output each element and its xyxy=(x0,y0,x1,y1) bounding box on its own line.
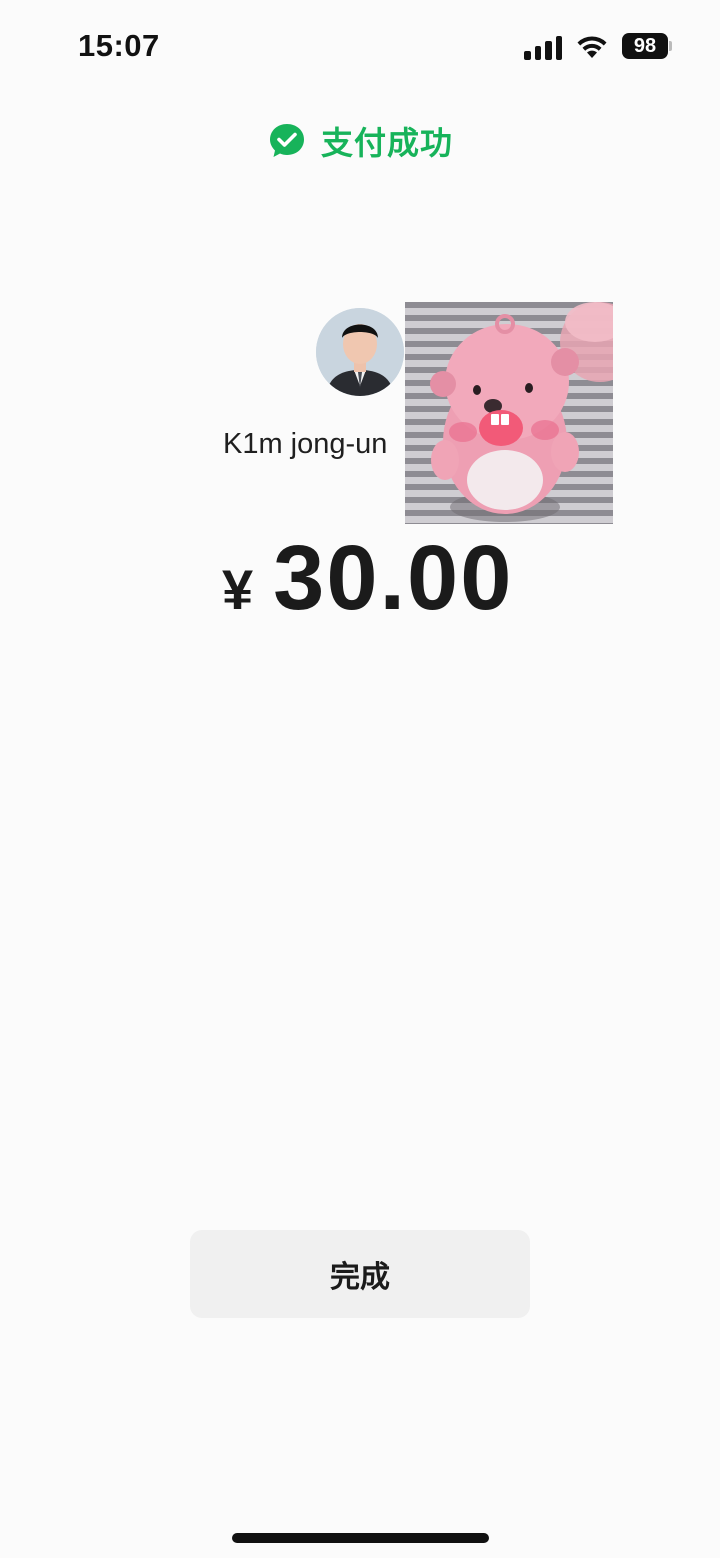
wifi-icon xyxy=(577,36,607,58)
status-time: 15:07 xyxy=(78,28,160,63)
page-title: 支付成功 xyxy=(320,125,453,161)
check-circle-icon xyxy=(269,124,304,157)
avatar xyxy=(316,308,404,396)
signal-icon xyxy=(524,32,562,60)
battery-icon: 98 xyxy=(622,33,672,59)
battery-level: 98 xyxy=(622,33,668,59)
currency-symbol: ¥ xyxy=(222,558,254,621)
payment-status-header: 支付成功 xyxy=(0,118,720,164)
payment-amount: ¥ 30.00 xyxy=(222,526,513,631)
status-icons: 98 xyxy=(524,32,672,60)
payment-success-screen: 15:07 98 支付成功 K1m jong-un ¥ 30.00 完成 xyxy=(0,0,720,1558)
payee-name: K1m jong-un xyxy=(223,428,388,460)
done-button[interactable]: 完成 xyxy=(190,1230,530,1318)
home-indicator[interactable] xyxy=(232,1533,489,1543)
amount-value: 30.00 xyxy=(273,527,514,629)
pink-beaver-sticker xyxy=(405,302,613,524)
